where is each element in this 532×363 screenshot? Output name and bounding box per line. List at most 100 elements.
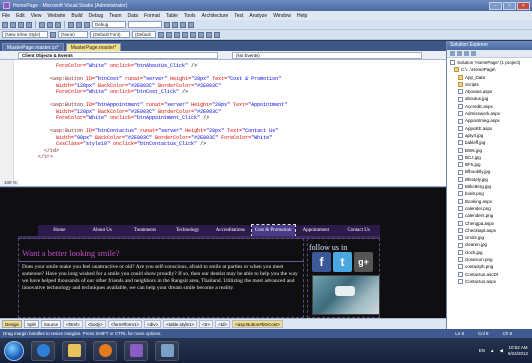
solution-item[interactable]: bakleff.jpg: [447, 139, 532, 146]
design-view-button[interactable]: Design: [2, 320, 23, 328]
solution-item[interactable]: apty4.jpg: [447, 132, 532, 139]
breadcrumb-tag[interactable]: <form#form1>: [107, 320, 143, 328]
menu-item-tools[interactable]: Tools: [184, 13, 196, 19]
menu-item-file[interactable]: File: [2, 13, 10, 19]
menu-item-analyze[interactable]: Analyze: [249, 13, 267, 19]
solution-item[interactable]: C:\...\HomePage\: [447, 66, 532, 73]
source-view-button[interactable]: Source: [40, 320, 62, 328]
menu-item-debug[interactable]: Debug: [89, 13, 104, 19]
solution-item[interactable]: clock.jpg: [447, 249, 532, 256]
menu-item-edit[interactable]: Edit: [16, 13, 25, 19]
numbered-list-icon[interactable]: [214, 31, 220, 38]
solution-item[interactable]: calenders.png: [447, 212, 532, 219]
breadcrumb-tag[interactable]: <table.style1>: [163, 320, 198, 328]
redo-icon[interactable]: [76, 21, 82, 28]
font-color-icon[interactable]: [182, 31, 188, 38]
properties-icon[interactable]: [450, 51, 455, 56]
solution-item[interactable]: Bitkc8erg.jpg: [447, 183, 532, 190]
facebook-icon[interactable]: f: [312, 252, 331, 272]
solution-item[interactable]: cimit2.jpg: [447, 234, 532, 241]
solution-item[interactable]: Solution 'HomePage' (1 project): [447, 59, 532, 66]
source-editor[interactable]: ForeColor="White" onclick="btnAboutUs_Cl…: [0, 60, 446, 187]
breadcrumb-tag[interactable]: <asp:Button#btnCost>: [232, 320, 283, 328]
align-center-icon[interactable]: [198, 31, 204, 38]
maximize-button[interactable]: □: [503, 1, 516, 10]
properties-icon[interactable]: [180, 21, 186, 28]
nest-icon[interactable]: [464, 51, 469, 56]
solution-item[interactable]: Appointmeg.aspx: [447, 117, 532, 124]
menu-item-window[interactable]: Window: [273, 13, 291, 19]
code-text[interactable]: ForeColor="White" onclick="btnAboutUs_Cl…: [20, 63, 443, 161]
client-objects-dropdown[interactable]: Client Objects & Events: [18, 51, 218, 59]
taskbar-app-icon[interactable]: [155, 340, 179, 361]
menu-item-help[interactable]: Help: [297, 13, 307, 19]
site-nav-treatments[interactable]: Treatments: [124, 225, 167, 236]
events-dropdown[interactable]: (No Events): [232, 51, 422, 59]
minimize-button[interactable]: –: [489, 1, 502, 10]
solution-item[interactable]: Chengpa.aspx: [447, 220, 532, 227]
bulleted-list-icon[interactable]: [206, 31, 212, 38]
split-view-button[interactable]: Split: [24, 320, 39, 328]
site-nav-cost-promotion[interactable]: Cost & Promotion: [250, 224, 296, 237]
align-left-icon[interactable]: [190, 31, 196, 38]
underline-icon[interactable]: [174, 31, 180, 38]
google-plus-icon[interactable]: g+: [354, 252, 373, 272]
copy-icon[interactable]: [47, 21, 53, 28]
save-icon[interactable]: [18, 21, 24, 28]
open-file-icon[interactable]: [10, 21, 16, 28]
site-nav-accreditations[interactable]: Accreditations: [209, 225, 252, 236]
style-application-icon[interactable]: [50, 31, 56, 38]
solution-item[interactable]: calender.png: [447, 205, 532, 212]
solution-item[interactable]: Aboutus.aspx: [447, 88, 532, 95]
close-button[interactable]: ×: [517, 1, 530, 10]
solution-item[interactable]: BF5.jpg: [447, 161, 532, 168]
solution-item[interactable]: BW6.jpg: [447, 147, 532, 154]
solution-item[interactable]: Bfbooktly.jpg: [447, 168, 532, 175]
inline-style-select[interactable]: (New Inline Style): [2, 31, 48, 38]
breadcrumb-tag[interactable]: <body>: [84, 320, 106, 328]
site-nav-contact-us[interactable]: Contact Us: [337, 225, 380, 236]
solution-item[interactable]: Booking.aspx: [447, 198, 532, 205]
font-name-select[interactable]: (Default Font): [90, 31, 130, 38]
toolbox-icon[interactable]: [188, 21, 194, 28]
italic-icon[interactable]: [166, 31, 172, 38]
solution-item[interactable]: App_Data: [447, 74, 532, 81]
solution-config-select[interactable]: Debug: [92, 21, 126, 28]
taskbar-clock[interactable]: 10:52 AM 6/24/2012: [508, 345, 528, 357]
bold-icon[interactable]: [158, 31, 164, 38]
menu-item-test[interactable]: Test: [234, 13, 243, 19]
taskbar-media-player-icon[interactable]: [93, 340, 117, 361]
font-size-select[interactable]: (Default: [132, 31, 156, 38]
save-all-icon[interactable]: [26, 21, 32, 28]
language-icon[interactable]: EN: [479, 348, 485, 353]
editor-zoom[interactable]: 100 %: [2, 180, 19, 185]
solution-item[interactable]: BCJ.jpg: [447, 154, 532, 161]
solution-item[interactable]: boeb.png: [447, 190, 532, 197]
find-icon[interactable]: [164, 21, 170, 28]
menu-item-format[interactable]: Format: [144, 13, 160, 19]
undo-icon[interactable]: [68, 21, 74, 28]
solution-item[interactable]: Bfextely.jpg: [447, 176, 532, 183]
site-nav-appointment[interactable]: Appointment: [295, 225, 338, 236]
paste-icon[interactable]: [55, 21, 61, 28]
solution-item[interactable]: clearen.jpg: [447, 241, 532, 248]
cut-icon[interactable]: [39, 21, 45, 28]
solution-item[interactable]: Admisswork.aspx: [447, 110, 532, 117]
design-view[interactable]: Home About Us Treatments Technology Accredit…: [0, 188, 446, 318]
block-format-select[interactable]: (None): [58, 31, 88, 38]
refresh-icon[interactable]: [457, 51, 462, 56]
solution-item[interactable]: closeicon.png: [447, 256, 532, 263]
solution-item[interactable]: Scripts: [447, 81, 532, 88]
breadcrumb-tag[interactable]: <html>: [63, 320, 83, 328]
tab-masterpage[interactable]: MasterPage.master*: [65, 43, 122, 51]
menu-item-build[interactable]: Build: [71, 13, 82, 19]
solution-item[interactable]: Contactus.ascDt: [447, 271, 532, 278]
menu-item-team[interactable]: Team: [109, 13, 121, 19]
solution-item[interactable]: aboutus.jpg: [447, 95, 532, 102]
view-code-icon[interactable]: [471, 51, 476, 56]
new-project-icon[interactable]: [2, 21, 8, 28]
code-line[interactable]: </tr>: [20, 154, 443, 161]
solution-item[interactable]: Checktapt.aspx: [447, 227, 532, 234]
tab-masterpage-cs[interactable]: MasterPage.master.cs*: [2, 43, 64, 51]
breadcrumb-tag[interactable]: <div>: [144, 320, 162, 328]
